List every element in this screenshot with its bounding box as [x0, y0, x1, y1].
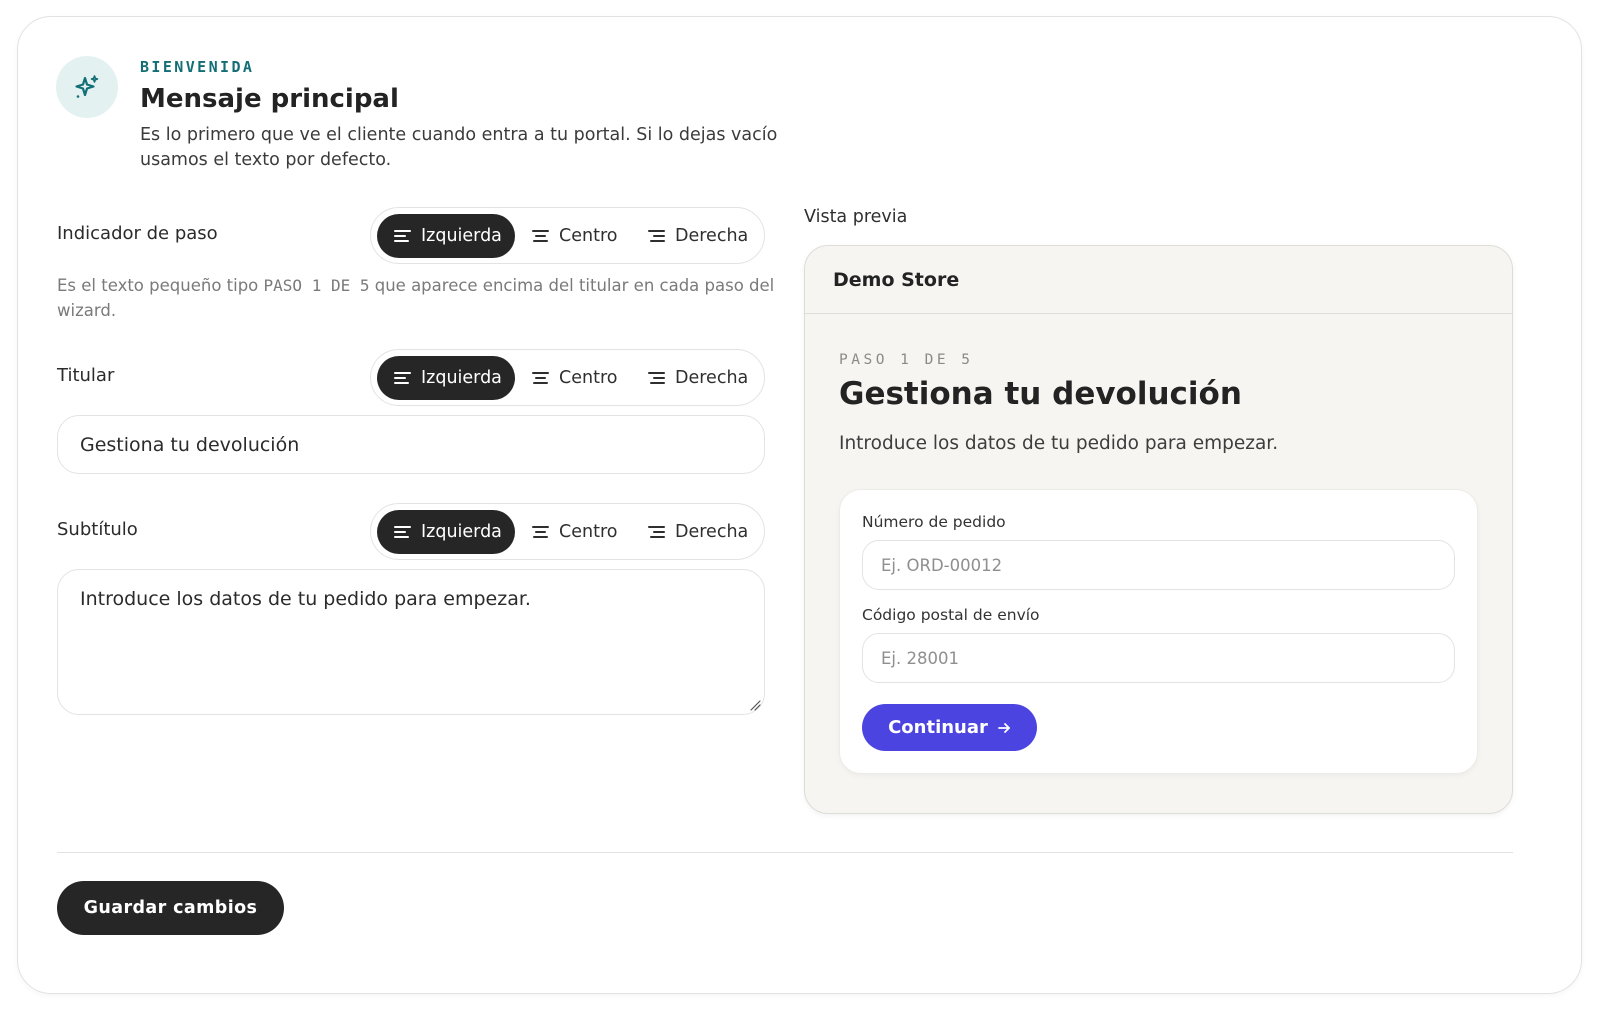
arrow-right-icon: [998, 722, 1010, 733]
preview-title: Gestiona tu devolución: [839, 376, 1242, 412]
align-center-label: Centro: [559, 368, 618, 388]
align-center-label: Centro: [559, 226, 618, 246]
align-right-button[interactable]: Derecha: [631, 214, 765, 258]
welcome-settings-card: BIENVENIDA Mensaje principal Es lo prime…: [17, 16, 1582, 994]
order-number-label: Número de pedido: [862, 513, 1006, 531]
postal-code-field[interactable]: Ej. 28001: [862, 633, 1455, 683]
align-right-icon: [648, 230, 665, 242]
section-eyebrow: BIENVENIDA: [140, 58, 255, 76]
align-left-button[interactable]: Izquierda: [377, 356, 515, 400]
section-title: Mensaje principal: [140, 84, 399, 114]
align-center-icon: [532, 230, 549, 242]
step-indicator-label: Indicador de paso: [57, 223, 218, 244]
preview-step-indicator: PASO 1 DE 5: [839, 352, 974, 368]
align-left-label: Izquierda: [421, 226, 502, 246]
align-right-button[interactable]: Derecha: [631, 510, 765, 554]
headline-alignment: Izquierda Centro Derecha: [370, 349, 765, 406]
align-center-label: Centro: [559, 522, 618, 542]
align-center-button[interactable]: Centro: [515, 510, 634, 554]
preview-store-name: Demo Store: [805, 246, 1512, 314]
footer-divider: [57, 852, 1513, 853]
align-right-label: Derecha: [675, 226, 749, 246]
headline-label: Titular: [57, 365, 115, 386]
align-left-button[interactable]: Izquierda: [377, 214, 515, 258]
align-left-icon: [394, 372, 411, 384]
align-left-icon: [394, 230, 411, 242]
preview-label: Vista previa: [804, 207, 908, 227]
preview-frame: Demo Store PASO 1 DE 5 Gestiona tu devol…: [804, 245, 1513, 814]
preview-form-card: Número de pedido Ej. ORD-00012 Código po…: [839, 489, 1478, 774]
align-center-button[interactable]: Centro: [515, 356, 634, 400]
continue-button[interactable]: Continuar: [862, 704, 1037, 751]
postal-code-label: Código postal de envío: [862, 606, 1040, 624]
section-description: Es lo primero que ve el cliente cuando e…: [140, 125, 778, 170]
order-number-field[interactable]: Ej. ORD-00012: [862, 540, 1455, 590]
align-left-label: Izquierda: [421, 522, 502, 542]
preview-subtitle: Introduce los datos de tu pedido para em…: [839, 433, 1279, 454]
subtitle-alignment: Izquierda Centro Derecha: [370, 503, 765, 560]
align-right-icon: [648, 526, 665, 538]
subtitle-label: Subtítulo: [57, 519, 138, 540]
align-right-label: Derecha: [675, 522, 749, 542]
align-left-icon: [394, 526, 411, 538]
align-center-icon: [532, 372, 549, 384]
resize-grip-icon[interactable]: [749, 699, 761, 711]
subtitle-textarea[interactable]: Introduce los datos de tu pedido para em…: [57, 569, 765, 715]
step-indicator-code: PASO 1 DE 5: [263, 276, 370, 295]
align-right-label: Derecha: [675, 368, 749, 388]
align-center-icon: [532, 526, 549, 538]
align-right-icon: [648, 372, 665, 384]
step-indicator-alignment: Izquierda Centro Derecha: [370, 207, 765, 264]
sparkles-icon: [56, 56, 118, 118]
step-indicator-help: Es el texto pequeño tipo PASO 1 DE 5 que…: [57, 276, 775, 320]
headline-input[interactable]: Gestiona tu devolución: [57, 415, 765, 474]
align-left-button[interactable]: Izquierda: [377, 510, 515, 554]
align-center-button[interactable]: Centro: [515, 214, 634, 258]
save-button[interactable]: Guardar cambios: [57, 881, 284, 935]
align-left-label: Izquierda: [421, 368, 502, 388]
align-right-button[interactable]: Derecha: [631, 356, 765, 400]
